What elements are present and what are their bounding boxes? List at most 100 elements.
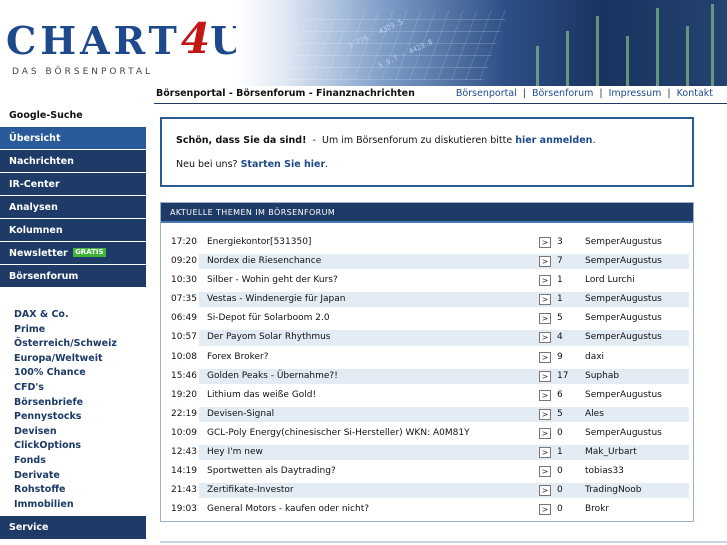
topic-open-button[interactable]: > [539,294,551,306]
topic-title-link[interactable]: General Motors - kaufen oder nicht? [207,500,369,519]
topic-title-link[interactable]: Silber - Wohin geht der Kurs? [207,271,338,290]
topic-row[interactable]: 19:20 Lithium das weiße Gold! >6 SemperAugu… [167,386,689,405]
topic-author-link[interactable]: SemperAugustus [585,328,662,347]
forum-category-link[interactable]: CFD's [14,381,146,396]
topic-title-link[interactable]: Forex Broker? [207,348,269,367]
topic-author-link[interactable]: SemperAugustus [585,290,662,309]
nav-link-boersenforum[interactable]: Börsenforum [532,88,593,99]
topic-open-button[interactable]: > [539,332,551,344]
logo[interactable]: CHART 4 U DAS BÖRSENPORTAL [6,14,247,77]
sidebar-item-google-suche[interactable]: Google-Suche [0,104,146,127]
nav-separator: | [667,88,671,99]
login-link[interactable]: hier anmelden [515,135,592,146]
topic-author-link[interactable]: daxi [585,348,604,367]
topic-reply-count: 0 [557,485,563,496]
topic-row[interactable]: 19:03 General Motors - kaufen oder nicht?… [167,500,689,519]
topic-author-link[interactable]: TradingNoob [585,481,641,500]
topic-title-link[interactable]: Der Payom Solar Rhythmus [207,328,331,347]
topic-author-link[interactable]: Brokr [585,500,609,519]
forum-category-link[interactable]: Österreich/Schweiz [14,337,146,352]
topic-author-link[interactable]: SemperAugustus [585,424,662,443]
forum-category-link[interactable]: Prime [14,323,146,338]
sidebar-item-uebersicht[interactable]: Übersicht [0,127,146,150]
topic-row[interactable]: 22:19 Devisen-Signal >5 Ales [167,405,689,424]
topic-author-link[interactable]: SemperAugustus [585,309,662,328]
nav-link-kontakt[interactable]: Kontakt [677,88,713,99]
topic-title-link[interactable]: Zertifikate-Investor [207,481,294,500]
topic-title-link[interactable]: Sportwetten als Daytrading? [207,462,336,481]
forum-category-link[interactable]: Börsenbriefe [14,396,146,411]
topic-open-button[interactable]: > [539,351,551,363]
sidebar-item-kolumnen[interactable]: Kolumnen [0,219,146,242]
nav-link-boersenportal[interactable]: Börsenportal [456,88,517,99]
topic-author-link[interactable]: SemperAugustus [585,233,662,252]
topic-open-button[interactable]: > [539,275,551,287]
topic-title-link[interactable]: Energiekontor[531350] [207,233,311,252]
register-link[interactable]: Starten Sie hier [241,159,326,170]
topic-author-link[interactable]: Mak_Urbart [585,443,637,462]
topic-row[interactable]: 12:43 Hey I'm new >1 Mak_Urbart [167,443,689,462]
topic-author-link[interactable]: tobias33 [585,462,624,481]
forum-category-link[interactable]: Pennystocks [14,410,146,425]
topic-title-link[interactable]: Hey I'm new [207,443,263,462]
topic-author-link[interactable]: Lord Lurchi [585,271,635,290]
sidebar: Google-Suche Übersicht Nachrichten IR-Ce… [0,104,146,545]
topic-open-button[interactable]: > [539,485,551,497]
topic-title-link[interactable]: Vestas - Windenergie für Japan [207,290,345,309]
topic-author-link[interactable]: SemperAugustus [585,252,662,271]
forum-category-link[interactable]: Europa/Weltweit [14,352,146,367]
sidebar-item-service[interactable]: Service [0,516,146,539]
forum-category-link[interactable]: ClickOptions [14,439,146,454]
welcome-new-text: Neu bei uns? [176,159,238,170]
topic-author-link[interactable]: SemperAugustus [585,386,662,405]
topic-open-button[interactable]: > [539,237,551,248]
topic-title-link[interactable]: Si-Depot für Solarboom 2.0 [207,309,330,328]
topic-title-link[interactable]: Devisen-Signal [207,405,274,424]
logo-chart-text: CHART [6,18,181,63]
topic-time: 12:43 [171,447,197,458]
sidebar-item-nachrichten[interactable]: Nachrichten [0,150,146,173]
topic-reply-count: 0 [557,466,563,477]
forum-category-link[interactable]: 100% Chance [14,366,146,381]
forum-category-link[interactable]: DAX & Co. [14,308,146,323]
topic-open-button[interactable]: > [539,389,551,401]
topic-row[interactable]: 07:35 Vestas - Windenergie für Japan >1 Sem… [167,290,689,309]
topic-row[interactable]: 06:49 Si-Depot für Solarboom 2.0 >5 SemperA… [167,309,689,328]
topic-row[interactable]: 17:20 Energiekontor[531350] >3 SemperAugust… [167,233,689,252]
topic-open-button[interactable]: > [539,256,551,268]
topic-reply-count: 5 [557,408,563,419]
topic-open-button[interactable]: > [539,370,551,382]
forum-category-link[interactable]: Immobilien [14,498,146,513]
topic-title-link[interactable]: GCL-Poly Energy(chinesischer Si-Herstell… [207,424,470,443]
sidebar-item-ir-center[interactable]: IR-Center [0,173,146,196]
sidebar-item-newsletter[interactable]: Newsletter GRATIS [0,242,146,265]
topic-title-link[interactable]: Nordex die Riesenchance [207,252,321,271]
topic-open-button[interactable]: > [539,408,551,420]
nav-link-impressum[interactable]: Impressum [609,88,662,99]
topic-author-link[interactable]: Suphab [585,367,619,386]
topic-open-button[interactable]: > [539,504,551,516]
topic-row[interactable]: 15:46 Golden Peaks - Übernahme?! >17 Suphab [167,367,689,386]
topics-list: 17:20 Energiekontor[531350] >3 SemperAugust… [167,233,689,519]
topic-open-button[interactable]: > [539,466,551,478]
gratis-badge: GRATIS [73,248,106,257]
topic-open-button[interactable]: > [539,447,551,459]
topic-open-button[interactable]: > [539,313,551,325]
forum-category-link[interactable]: Fonds [14,454,146,469]
topic-author-link[interactable]: Ales [585,405,604,424]
forum-category-link[interactable]: Derivate [14,469,146,484]
forum-category-link[interactable]: Rohstoffe [14,483,146,498]
topic-title-link[interactable]: Golden Peaks - Übernahme?! [207,367,338,386]
topic-row[interactable]: 10:09 GCL-Poly Energy(chinesischer Si-Her… [167,424,689,443]
topic-title-link[interactable]: Lithium das weiße Gold! [207,386,316,405]
topic-row[interactable]: 10:30 Silber - Wohin geht der Kurs? >1 Lord… [167,271,689,290]
topic-row[interactable]: 14:19 Sportwetten als Daytrading? >0 tobias… [167,462,689,481]
topic-row[interactable]: 09:20 Nordex die Riesenchance >7 SemperAugu… [167,252,689,271]
topic-row[interactable]: 21:43 Zertifikate-Investor >0 TradingNoob [167,481,689,500]
sidebar-item-analysen[interactable]: Analysen [0,196,146,219]
topic-row[interactable]: 10:57 Der Payom Solar Rhythmus >4 SemperAug… [167,328,689,347]
topic-row[interactable]: 10:08 Forex Broker? >9 daxi [167,348,689,367]
forum-category-link[interactable]: Devisen [14,425,146,440]
sidebar-item-boersenforum[interactable]: Börsenforum [0,265,146,288]
topic-open-button[interactable]: > [539,427,551,439]
